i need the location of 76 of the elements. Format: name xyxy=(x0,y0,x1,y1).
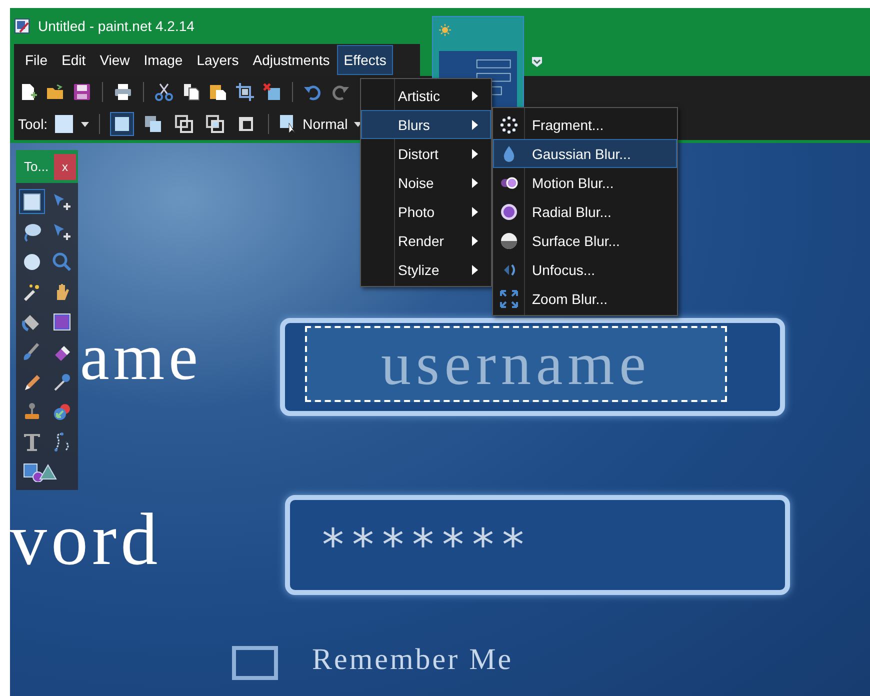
copy-icon[interactable] xyxy=(181,82,201,102)
selection-mode-icon xyxy=(236,115,255,133)
username-label: ame xyxy=(80,325,202,391)
menu-item[interactable]: Motion Blur... xyxy=(493,168,677,197)
menu-item[interactable]: Distort xyxy=(361,139,491,168)
menu-item[interactable]: Unfocus... xyxy=(493,255,677,284)
password-label: vord xyxy=(10,503,162,577)
fragment-icon xyxy=(500,116,518,134)
menu-item[interactable]: Stylize xyxy=(361,255,491,284)
submenu-arrow-icon xyxy=(472,206,478,216)
menu-item[interactable]: Fragment... xyxy=(493,110,677,139)
wand-icon xyxy=(22,282,42,302)
menu-item[interactable]: File xyxy=(18,45,55,75)
tool-picker[interactable] xyxy=(54,115,89,133)
menu-item[interactable]: Surface Blur... xyxy=(493,226,677,255)
submenu-arrow-icon xyxy=(472,90,478,100)
ellipse-icon xyxy=(22,252,42,272)
menu-item[interactable]: Gaussian Blur... xyxy=(493,139,677,168)
surface-icon xyxy=(500,232,518,250)
caret-icon xyxy=(80,122,89,126)
printer-icon[interactable] xyxy=(113,82,133,102)
move-icon xyxy=(52,222,72,242)
folder-icon[interactable] xyxy=(45,82,65,102)
menu-item[interactable]: Blurs xyxy=(361,110,491,139)
radial-icon xyxy=(500,202,518,220)
menu-item[interactable]: View xyxy=(92,45,137,75)
app-icon xyxy=(14,18,30,34)
menu-item[interactable]: Radial Blur... xyxy=(493,197,677,226)
tool-label: Tool: xyxy=(18,116,48,132)
selection-mode-icon xyxy=(174,115,193,133)
selection-mode-icon xyxy=(144,115,162,133)
gradient-icon xyxy=(52,312,72,332)
selection-mode-icon xyxy=(112,115,131,133)
lasso-icon xyxy=(22,222,42,242)
submenu-arrow-icon xyxy=(472,178,478,188)
brush-icon xyxy=(22,342,42,362)
menu-item[interactable]: Effects xyxy=(336,45,394,75)
deselect-icon[interactable] xyxy=(262,82,282,102)
rect-select-tool[interactable] xyxy=(19,189,45,214)
menu-item[interactable]: Edit xyxy=(54,45,93,75)
zoom-icon xyxy=(52,252,72,272)
text-icon xyxy=(22,432,42,452)
save-icon[interactable] xyxy=(72,82,92,102)
close-button[interactable]: x xyxy=(54,154,76,180)
blend-icon xyxy=(278,114,297,134)
stamp-icon xyxy=(22,402,42,422)
menu-item[interactable]: Adjustments xyxy=(246,45,337,75)
selection-mode-button[interactable] xyxy=(110,112,134,136)
submenu-arrow-icon xyxy=(472,120,478,130)
window-title: Untitled - paint.net 4.2.14 xyxy=(38,18,194,34)
menu-item[interactable]: Image xyxy=(136,45,190,75)
selection-mode-icon xyxy=(206,115,224,133)
menu-item[interactable]: Layers xyxy=(190,45,246,75)
sun-icon xyxy=(439,24,451,36)
rect-select-icon xyxy=(22,192,42,212)
menu-item[interactable]: Render xyxy=(361,226,491,255)
zoom-icon xyxy=(500,290,518,308)
menu-item[interactable]: Artistic xyxy=(361,81,491,110)
submenu-arrow-icon xyxy=(472,236,478,246)
recolor-icon xyxy=(52,402,72,422)
chevron-down-icon[interactable] xyxy=(531,56,543,68)
picker-icon xyxy=(52,372,72,392)
blend-mode-dropdown[interactable]: Normal xyxy=(278,114,362,134)
selection-marquee: username xyxy=(305,326,727,402)
remember-label: Remember Me xyxy=(312,643,514,677)
cut-icon[interactable] xyxy=(154,82,174,102)
menu-item[interactable]: Photo xyxy=(361,197,491,226)
move-icon xyxy=(52,192,72,212)
tools-window-title: To... xyxy=(24,159,49,174)
menu-item[interactable]: Zoom Blur... xyxy=(493,284,677,313)
paste-icon[interactable] xyxy=(208,82,228,102)
password-field: ******* xyxy=(285,495,790,595)
submenu-arrow-icon xyxy=(472,264,478,274)
menu-item[interactable]: Noise xyxy=(361,168,491,197)
submenu-arrow-icon xyxy=(472,148,478,158)
crop-icon[interactable] xyxy=(235,82,255,102)
